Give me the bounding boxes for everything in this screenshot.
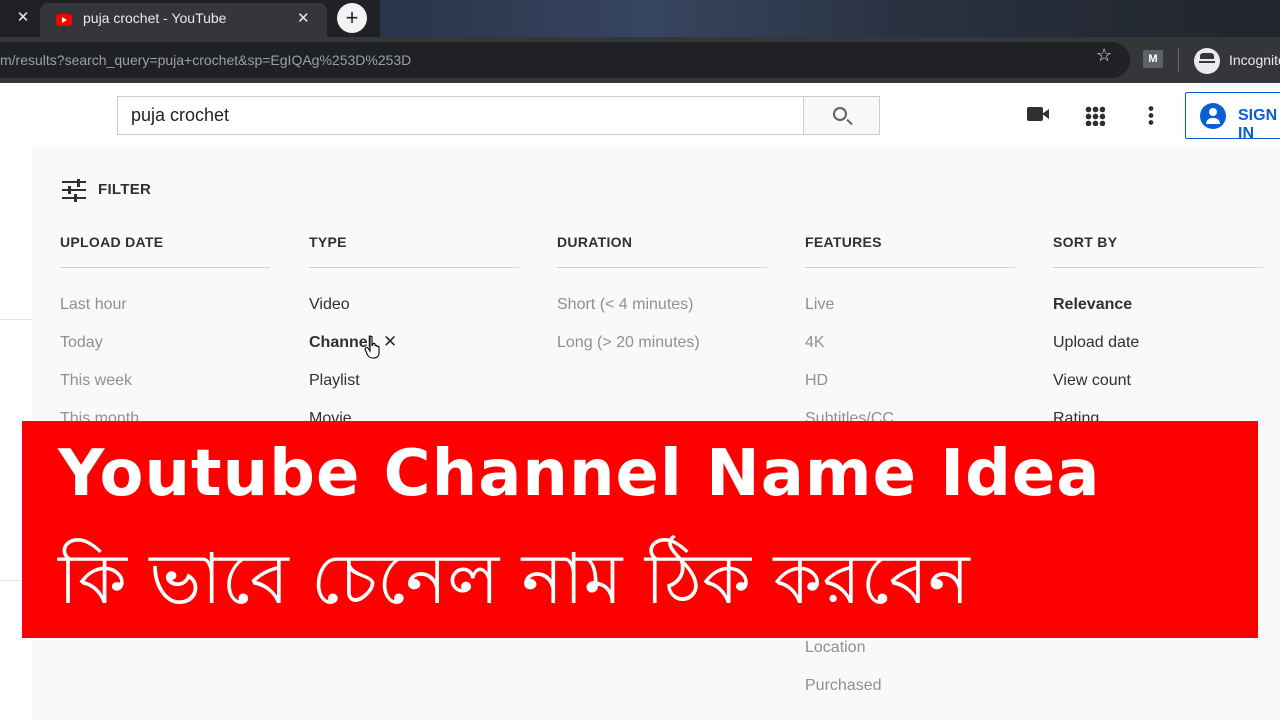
- tab-close-icon[interactable]: ✕: [297, 9, 310, 27]
- incognito-label[interactable]: Incognito: [1229, 52, 1280, 68]
- more-vert-icon[interactable]: [1148, 105, 1154, 127]
- filter-option-playlist[interactable]: Playlist: [309, 372, 360, 390]
- bookmark-star-icon[interactable]: ☆: [1096, 45, 1112, 66]
- filter-option-channel[interactable]: Channel: [309, 334, 372, 352]
- create-video-icon[interactable]: [1027, 107, 1049, 121]
- extension-icon[interactable]: M: [1143, 50, 1163, 68]
- banner-title-english: Youtube Channel Name Idea: [58, 437, 1101, 511]
- filter-option-long[interactable]: Long (> 20 minutes): [557, 334, 700, 352]
- column-heading: FEATURES: [805, 234, 1015, 268]
- account-circle-icon: [1200, 103, 1226, 129]
- sign-in-button[interactable]: SIGN IN: [1185, 92, 1280, 142]
- filter-option-video[interactable]: Video: [309, 296, 350, 314]
- filter-option-purchased[interactable]: Purchased: [805, 677, 882, 695]
- search-icon: [833, 107, 847, 121]
- sort-option-relevance[interactable]: Relevance: [1053, 296, 1132, 314]
- previous-tab-close-icon[interactable]: ✕: [14, 9, 32, 27]
- column-heading: UPLOAD DATE: [60, 234, 270, 268]
- filter-option-live[interactable]: Live: [805, 296, 834, 314]
- filter-option-today[interactable]: Today: [60, 334, 103, 352]
- filter-column-upload-date: UPLOAD DATE Last hour Today This week Th…: [60, 234, 270, 427]
- youtube-favicon-icon: [56, 14, 72, 26]
- filter-column-sort-by: SORT BY Relevance Upload date View count…: [1053, 234, 1263, 427]
- hand-cursor-icon: [364, 335, 380, 359]
- filter-label: FILTER: [98, 181, 152, 198]
- tab-title: puja crochet - YouTube: [83, 10, 227, 26]
- toolbar-divider: [1178, 48, 1179, 72]
- search-button[interactable]: [803, 96, 880, 135]
- filter-option-hd[interactable]: HD: [805, 372, 828, 390]
- filter-option-this-week[interactable]: This week: [60, 372, 132, 390]
- address-bar-url: m/results?search_query=puja+crochet&sp=E…: [0, 52, 412, 68]
- search-input[interactable]: [118, 97, 803, 134]
- column-heading: DURATION: [557, 234, 767, 268]
- filter-option-last-hour[interactable]: Last hour: [60, 296, 127, 314]
- remove-filter-close-icon[interactable]: ✕: [383, 332, 397, 352]
- search-box[interactable]: [117, 96, 804, 135]
- divider: [0, 319, 32, 320]
- apps-grid-icon[interactable]: [1085, 106, 1105, 126]
- sort-option-view-count[interactable]: View count: [1053, 372, 1131, 390]
- filter-option-4k[interactable]: 4K: [805, 334, 825, 352]
- browser-toolbar: m/results?search_query=puja+crochet&sp=E…: [0, 37, 1280, 83]
- youtube-header: SIGN IN: [0, 83, 1280, 147]
- new-tab-button[interactable]: +: [337, 3, 367, 33]
- tune-filter-icon: [62, 179, 86, 202]
- title-banner: Youtube Channel Name Idea কি ভাবে চেনেল …: [22, 421, 1258, 638]
- filter-column-type: TYPE Video Channel ✕ Playlist Movie: [309, 234, 519, 427]
- incognito-icon[interactable]: [1194, 48, 1220, 74]
- tab-youtube[interactable]: puja crochet - YouTube ✕: [40, 3, 327, 37]
- filter-column-duration: DURATION Short (< 4 minutes) Long (> 20 …: [557, 234, 767, 351]
- browser-tab-strip: ✕ puja crochet - YouTube ✕ +: [0, 0, 1280, 37]
- filter-column-features: FEATURES Live 4K HD Subtitles/CC Locatio…: [805, 234, 1015, 694]
- filter-option-short[interactable]: Short (< 4 minutes): [557, 296, 694, 314]
- tab-strip-background: [380, 0, 1280, 37]
- banner-title-bengali: কি ভাবে চেনেল নাম ঠিক করবেন: [58, 538, 970, 620]
- address-bar[interactable]: m/results?search_query=puja+crochet&sp=E…: [0, 42, 1130, 78]
- sign-in-label: SIGN IN: [1238, 107, 1278, 142]
- column-heading: SORT BY: [1053, 234, 1263, 268]
- column-heading: TYPE: [309, 234, 519, 268]
- sort-option-upload-date[interactable]: Upload date: [1053, 334, 1139, 352]
